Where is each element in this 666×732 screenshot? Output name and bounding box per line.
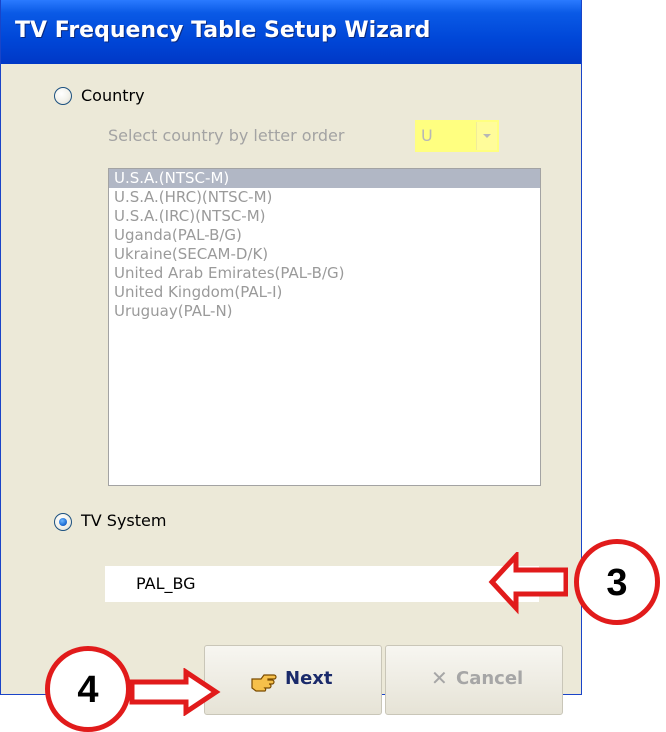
chevron-down-icon[interactable]: [476, 122, 497, 150]
country-listbox[interactable]: U.S.A.(NTSC-M) U.S.A.(HRC)(NTSC-M) U.S.A…: [108, 168, 541, 486]
next-button-label: Next: [285, 668, 333, 689]
country-list-item[interactable]: United Kingdom(PAL-I): [109, 283, 540, 302]
callout-4: 4: [45, 646, 131, 732]
country-list-item[interactable]: U.S.A.(HRC)(NTSC-M): [109, 188, 540, 207]
country-list-item[interactable]: U.S.A.(IRC)(NTSC-M): [109, 207, 540, 226]
next-button[interactable]: Next: [204, 645, 382, 715]
letter-select[interactable]: U: [415, 120, 499, 152]
country-list-item[interactable]: U.S.A.(NTSC-M): [109, 169, 540, 188]
title-bar[interactable]: TV Frequency Table Setup Wizard: [1, 0, 581, 64]
tv-system-label[interactable]: TV System: [81, 511, 166, 530]
letter-order-label: Select country by letter order: [108, 126, 345, 145]
tv-system-field[interactable]: PAL_BG: [105, 566, 539, 602]
country-label[interactable]: Country: [81, 86, 145, 105]
window-title: TV Frequency Table Setup Wizard: [15, 18, 431, 43]
country-list-item[interactable]: Uganda(PAL-B/G): [109, 226, 540, 245]
cancel-button-label: Cancel: [456, 668, 524, 689]
callout-3: 3: [574, 539, 660, 625]
country-list-item[interactable]: Ukraine(SECAM-D/K): [109, 245, 540, 264]
cancel-button[interactable]: ✕ Cancel: [385, 645, 563, 715]
pointing-hand-icon: [251, 674, 277, 692]
close-icon: ✕: [431, 666, 448, 690]
letter-select-value: U: [421, 126, 433, 145]
arrow-left-icon: [488, 552, 568, 615]
country-list-item[interactable]: Uruguay(PAL-N): [109, 302, 540, 321]
tv-system-value: PAL_BG: [136, 574, 196, 593]
country-radio[interactable]: [54, 87, 72, 105]
country-list-item[interactable]: United Arab Emirates(PAL-B/G): [109, 264, 540, 283]
tv-system-radio[interactable]: [54, 513, 72, 531]
arrow-right-icon: [129, 668, 221, 716]
